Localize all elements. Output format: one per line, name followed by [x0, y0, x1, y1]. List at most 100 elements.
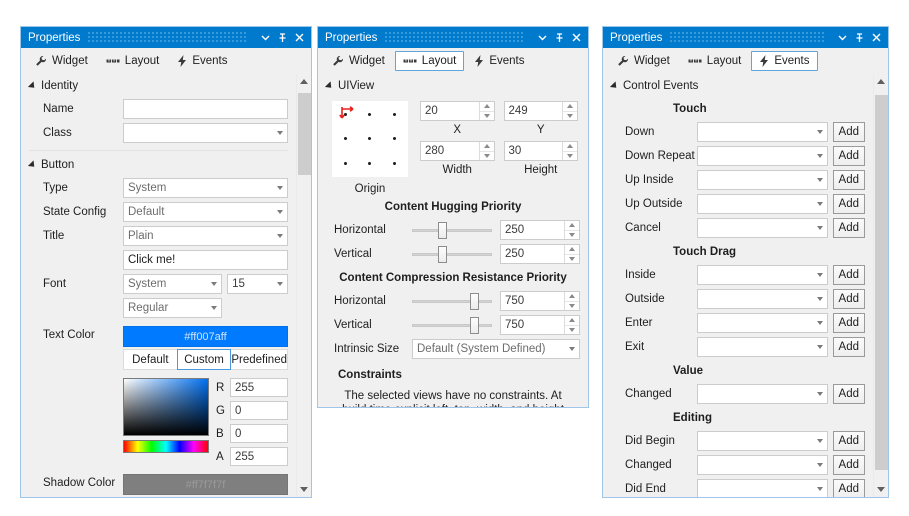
spin-up[interactable]	[565, 292, 579, 301]
type-combo[interactable]: System	[123, 178, 288, 198]
text-color-mode-custom[interactable]: Custom	[177, 349, 232, 370]
frame-y-input[interactable]: 249	[504, 101, 579, 121]
text-color-swatch[interactable]: #ff007aff	[123, 326, 288, 347]
event-combo-down[interactable]	[697, 122, 828, 142]
events-panel-scrollbar[interactable]	[873, 74, 888, 497]
panel-events-drag-grip[interactable]	[670, 32, 825, 43]
frame-y-spin-up[interactable]	[563, 102, 577, 111]
scroll-thumb[interactable]	[298, 93, 311, 175]
hugging-vertical-input[interactable]: 250	[500, 244, 580, 264]
add-button-exit[interactable]: Add	[833, 337, 865, 357]
compression-horizontal-input[interactable]: 750	[500, 291, 580, 311]
add-button-did-end[interactable]: Add	[833, 479, 865, 497]
event-combo-up-inside[interactable]	[697, 170, 828, 190]
scroll-up-arrow-icon[interactable]	[297, 74, 312, 89]
frame-x-spin-down[interactable]	[480, 111, 494, 121]
event-combo-down-repeat[interactable]	[697, 146, 828, 166]
frame-y-spin-down[interactable]	[563, 111, 577, 121]
panel-close-icon[interactable]	[292, 29, 307, 46]
panel-menu-chevron-down-icon[interactable]	[535, 29, 550, 46]
hue-strip-picker[interactable]	[123, 440, 209, 453]
event-combo-editing-changed[interactable]	[697, 455, 828, 475]
section-control-events[interactable]: Control Events	[603, 74, 873, 97]
frame-height-input[interactable]: 30	[504, 141, 579, 161]
compression-horizontal-slider[interactable]	[412, 291, 492, 311]
spin-down[interactable]	[565, 325, 579, 335]
title-style-combo[interactable]: Plain	[123, 226, 288, 246]
section-identity[interactable]: Identity	[21, 74, 296, 97]
frame-width-input[interactable]: 280	[420, 141, 495, 161]
spin-up[interactable]	[565, 245, 579, 254]
compression-vertical-slider[interactable]	[412, 315, 492, 335]
scroll-up-arrow-icon[interactable]	[874, 74, 889, 89]
saturation-value-picker[interactable]	[123, 378, 209, 436]
panel-close-icon[interactable]	[869, 29, 884, 46]
widget-panel-scrollbar[interactable]	[296, 74, 311, 497]
state-config-combo[interactable]: Default	[123, 202, 288, 222]
tab-events[interactable]: Events	[751, 51, 817, 71]
spin-up[interactable]	[565, 316, 579, 325]
text-color-mode-predefined[interactable]: Predefined	[230, 349, 288, 370]
frame-height-spin-down[interactable]	[563, 151, 577, 161]
panel-pin-icon[interactable]	[275, 29, 290, 46]
frame-width-spin-up[interactable]	[480, 142, 494, 151]
scroll-track[interactable]	[874, 89, 889, 482]
channel-r-input[interactable]: 255	[230, 378, 288, 397]
frame-width-spin-down[interactable]	[480, 151, 494, 161]
tab-layout[interactable]: Layout	[680, 51, 750, 71]
spin-down[interactable]	[565, 301, 579, 311]
frame-x-spin-up[interactable]	[480, 102, 494, 111]
tab-events[interactable]: Events	[466, 51, 532, 71]
add-button-value-changed[interactable]: Add	[833, 384, 865, 404]
tab-widget[interactable]: Widget	[27, 51, 96, 71]
compression-vertical-input[interactable]: 750	[500, 315, 580, 335]
add-button-up-outside[interactable]: Add	[833, 194, 865, 214]
channel-b-input[interactable]: 0	[230, 424, 288, 443]
hugging-horizontal-slider[interactable]	[412, 220, 492, 240]
tab-widget[interactable]: Widget	[324, 51, 393, 71]
add-button-up-inside[interactable]: Add	[833, 170, 865, 190]
frame-x-input[interactable]: 20	[420, 101, 495, 121]
section-button[interactable]: Button	[21, 153, 296, 176]
class-combo[interactable]	[123, 123, 288, 143]
shadow-color-swatch[interactable]: #ff7f7f7f	[123, 474, 288, 495]
add-button-editing-changed[interactable]: Add	[833, 455, 865, 475]
channel-g-input[interactable]: 0	[230, 401, 288, 420]
event-combo-did-begin[interactable]	[697, 431, 828, 451]
name-input[interactable]	[123, 99, 288, 119]
scroll-thumb[interactable]	[875, 95, 888, 470]
event-combo-cancel[interactable]	[697, 218, 828, 238]
add-button-outside[interactable]: Add	[833, 289, 865, 309]
text-color-mode-default[interactable]: Default	[123, 349, 178, 370]
hugging-horizontal-input[interactable]: 250	[500, 220, 580, 240]
scroll-down-arrow-icon[interactable]	[874, 482, 889, 497]
section-uiview[interactable]: UIView	[318, 74, 588, 97]
font-family-combo[interactable]: System	[123, 274, 222, 294]
panel-close-icon[interactable]	[569, 29, 584, 46]
add-button-enter[interactable]: Add	[833, 313, 865, 333]
tab-widget[interactable]: Widget	[609, 51, 678, 71]
tab-layout[interactable]: Layout	[395, 51, 465, 71]
scroll-down-arrow-icon[interactable]	[297, 482, 312, 497]
font-size-combo[interactable]: 15	[227, 274, 288, 294]
tab-layout[interactable]: Layout	[98, 51, 168, 71]
panel-widget-drag-grip[interactable]	[88, 32, 248, 43]
frame-height-spin-up[interactable]	[563, 142, 577, 151]
intrinsic-size-combo[interactable]: Default (System Defined)	[412, 339, 580, 359]
panel-pin-icon[interactable]	[852, 29, 867, 46]
add-button-did-begin[interactable]: Add	[833, 431, 865, 451]
spin-down[interactable]	[565, 254, 579, 264]
add-button-down[interactable]: Add	[833, 122, 865, 142]
event-combo-value-changed[interactable]	[697, 384, 828, 404]
add-button-inside[interactable]: Add	[833, 265, 865, 285]
hugging-vertical-slider[interactable]	[412, 244, 492, 264]
panel-pin-icon[interactable]	[552, 29, 567, 46]
add-button-down-repeat[interactable]: Add	[833, 146, 865, 166]
channel-a-input[interactable]: 255	[230, 447, 288, 466]
add-button-cancel[interactable]: Add	[833, 218, 865, 238]
origin-picker[interactable]	[332, 101, 408, 177]
panel-menu-chevron-down-icon[interactable]	[258, 29, 273, 46]
panel-menu-chevron-down-icon[interactable]	[835, 29, 850, 46]
event-combo-enter[interactable]	[697, 313, 828, 333]
event-combo-inside[interactable]	[697, 265, 828, 285]
